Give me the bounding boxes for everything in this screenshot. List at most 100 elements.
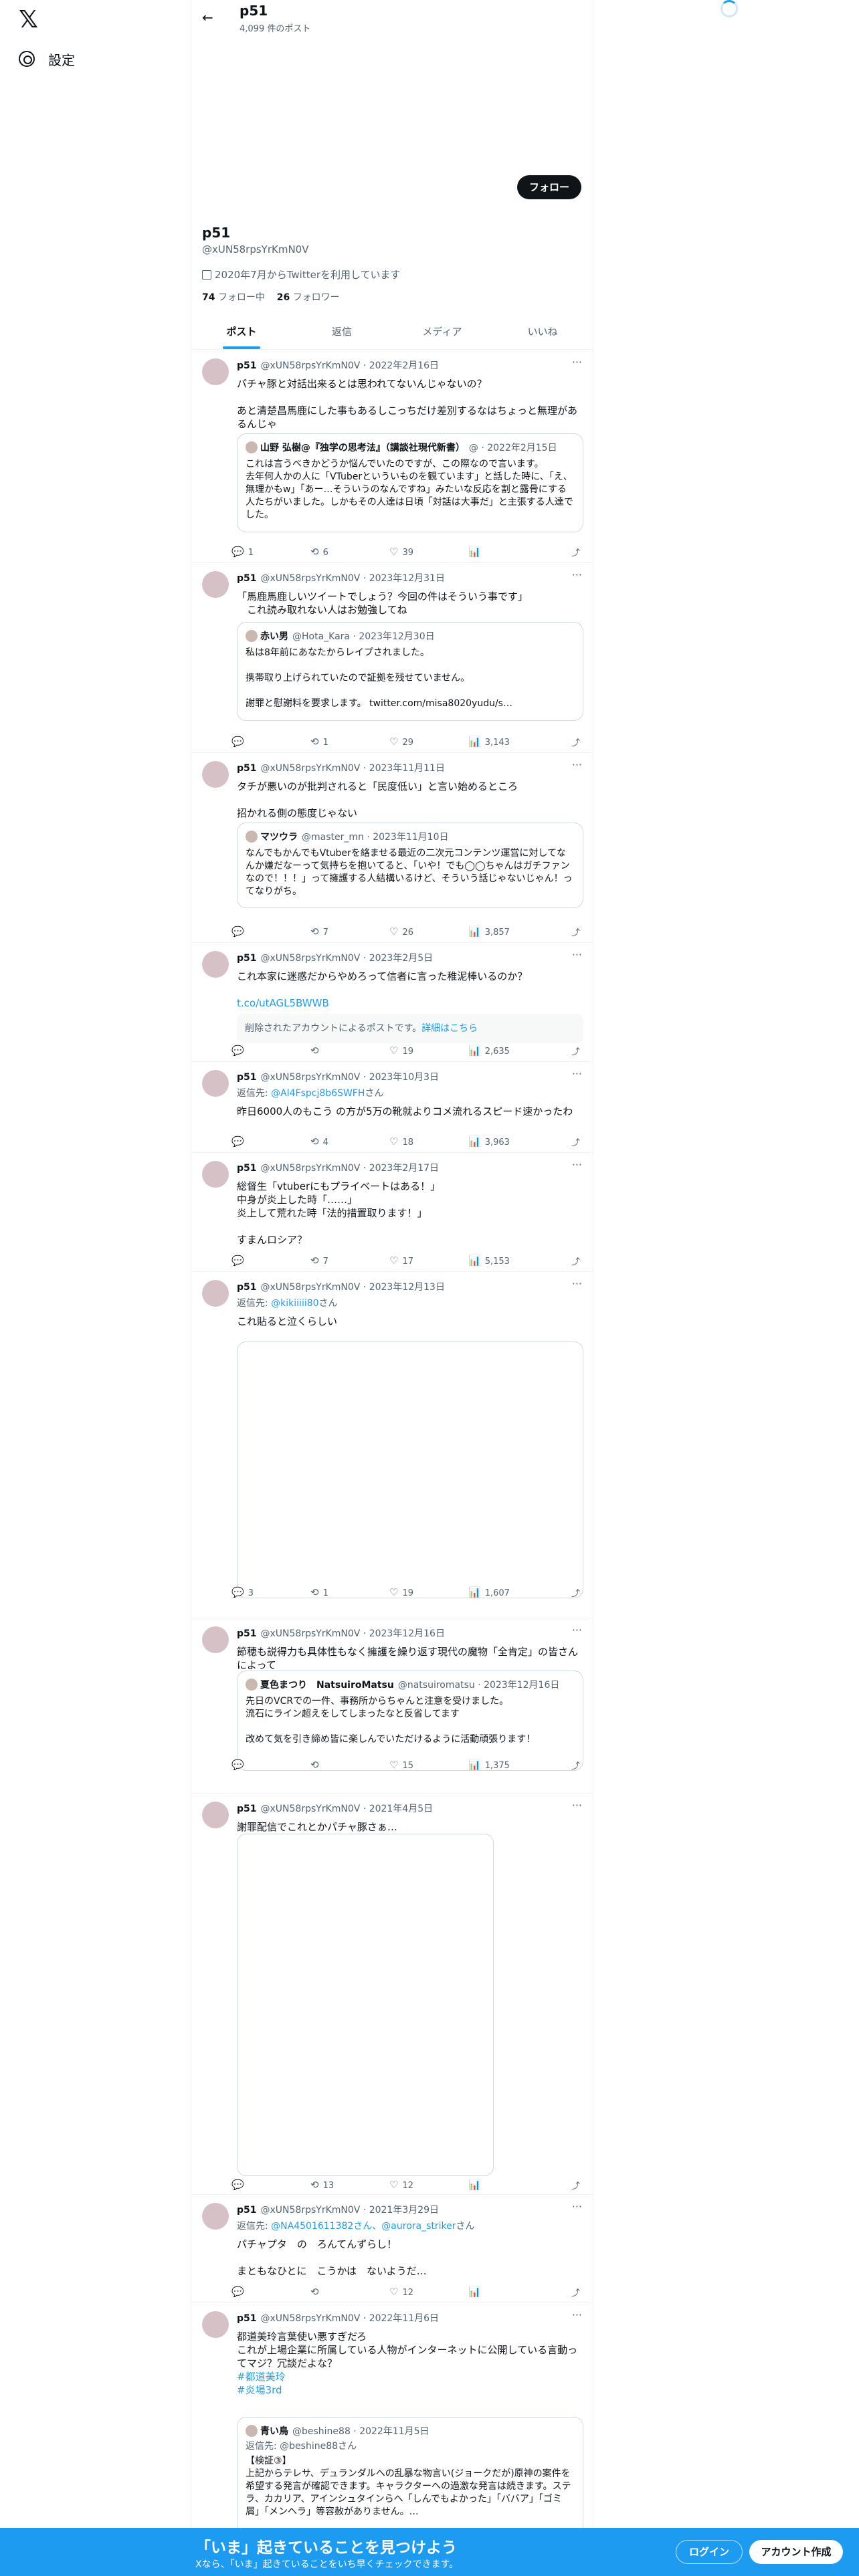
rt-button[interactable]: ⟲ (310, 1759, 323, 1771)
like-button[interactable]: ♡ 39 (389, 546, 413, 558)
details-link[interactable]: 詳細はこちら (421, 1023, 478, 1034)
tweet[interactable]: p51 @xUN58rpsYrKmN0V · 2023年2月5日 ··· これ本家に迷… (191, 943, 593, 1062)
like-button[interactable]: ♡ 19 (389, 1586, 413, 1598)
views-button[interactable]: 📊 (468, 546, 485, 558)
author-name[interactable]: p51 (237, 763, 257, 774)
follow-button[interactable]: フォロー (517, 175, 581, 199)
x-logo-icon[interactable]: 𝕏 (19, 8, 43, 32)
more-icon[interactable]: ··· (572, 2200, 582, 2213)
avatar[interactable] (202, 571, 229, 598)
reply-to-handle[interactable]: @Al4Fspcj8b6SWFH (271, 1088, 365, 1099)
author-name[interactable]: p51 (237, 2205, 257, 2216)
rt-button[interactable]: ⟲ (310, 2286, 323, 2298)
share-icon[interactable]: ⤴ (571, 736, 580, 748)
author-name[interactable]: p51 (237, 953, 257, 964)
more-icon[interactable]: ··· (572, 1277, 582, 1290)
share-icon[interactable]: ⤴ (571, 1255, 580, 1267)
tab-posts[interactable]: ポスト (191, 314, 292, 349)
quoted-tweet[interactable]: 赤い男 @Hota_Kara · 2023年12月30日 私は8年前にあなたからレイ… (237, 622, 583, 721)
reply-button[interactable]: 💬 (231, 1759, 248, 1771)
views-button[interactable]: 📊 5,153 (468, 1255, 510, 1267)
tab-replies[interactable]: 返信 (292, 314, 392, 349)
views-button[interactable]: 📊 2,635 (468, 1045, 510, 1057)
reply-button[interactable]: 💬 (231, 1255, 248, 1267)
share-icon[interactable]: ⤴ (571, 1586, 580, 1599)
author-name[interactable]: p51 (237, 1628, 257, 1639)
signup-button[interactable]: アカウント作成 (749, 2540, 843, 2564)
hashtag[interactable]: #炎場3rd (237, 2383, 583, 2397)
avatar[interactable] (202, 2311, 229, 2338)
rt-button[interactable]: ⟲ 6 (310, 546, 328, 558)
tweet[interactable]: p51 @xUN58rpsYrKmN0V · 2021年4月5日 ··· 謝罪配信でこ… (191, 1794, 593, 2195)
avatar[interactable] (202, 1070, 229, 1097)
author-name[interactable]: p51 (237, 573, 257, 584)
avatar[interactable] (202, 1280, 229, 1307)
like-button[interactable]: ♡ 12 (389, 2179, 413, 2191)
reply-button[interactable]: 💬 1 (231, 546, 254, 558)
tweet-link[interactable]: t.co/utAGL5BWWB (237, 996, 583, 1010)
rt-button[interactable]: ⟲ (310, 1045, 323, 1057)
reply-button[interactable]: 💬 (231, 926, 248, 938)
hashtag[interactable]: #都道美玲 (237, 2370, 583, 2383)
like-button[interactable]: ♡ 19 (389, 1045, 413, 1057)
views-button[interactable]: 📊 3,857 (468, 926, 510, 938)
like-button[interactable]: ♡ 17 (389, 1255, 413, 1267)
more-icon[interactable]: ··· (572, 1799, 582, 1812)
tweet[interactable]: p51 @xUN58rpsYrKmN0V · 2023年12月16日 ··· 節穂も説… (191, 1618, 593, 1794)
share-icon[interactable]: ⤴ (571, 926, 580, 938)
reply-button[interactable]: 💬 3 (231, 1586, 254, 1598)
quoted-tweet[interactable]: 夏色まつり NatsuiroMatsu @natsuiromatsu · 2023… (237, 1671, 583, 1771)
tweet[interactable]: p51 @xUN58rpsYrKmN0V · 2022年2月16日 ··· パチャ豚と… (191, 350, 593, 563)
author-name[interactable]: p51 (237, 1282, 257, 1293)
settings-link[interactable]: 設定 (19, 47, 75, 71)
views-button[interactable]: 📊 3,143 (468, 736, 510, 748)
avatar[interactable] (202, 358, 229, 385)
more-icon[interactable]: ··· (572, 1624, 582, 1636)
share-icon[interactable]: ⤴ (571, 1045, 580, 1057)
avatar[interactable] (202, 1802, 229, 1828)
rt-button[interactable]: ⟲ 1 (310, 736, 328, 748)
more-icon[interactable]: ··· (572, 356, 582, 368)
following-link[interactable]: 74 フォロー中 (202, 292, 265, 303)
tweet[interactable]: p51 @xUN58rpsYrKmN0V · 2023年2月17日 ··· 総督生「v… (191, 1153, 593, 1272)
views-button[interactable]: 📊 3,963 (468, 1136, 510, 1148)
like-button[interactable]: ♡ 29 (389, 736, 413, 748)
author-name[interactable]: p51 (237, 1163, 257, 1174)
more-icon[interactable]: ··· (572, 568, 582, 581)
tab-likes[interactable]: いいね (492, 314, 593, 349)
share-icon[interactable]: ⤴ (571, 1759, 580, 1772)
share-icon[interactable]: ⤴ (571, 2286, 580, 2298)
avatar[interactable] (202, 1161, 229, 1188)
like-button[interactable]: ♡ 26 (389, 926, 413, 938)
tweet[interactable]: p51 @xUN58rpsYrKmN0V · 2023年12月13日 ··· 返信先:… (191, 1272, 593, 1618)
tweet[interactable]: p51 @xUN58rpsYrKmN0V · 2023年10月3日 ··· 返信先: … (191, 1062, 593, 1153)
rt-button[interactable]: ⟲ 1 (310, 1586, 328, 1598)
more-icon[interactable]: ··· (572, 1158, 582, 1171)
avatar[interactable] (202, 1626, 229, 1653)
share-icon[interactable]: ⤴ (571, 546, 580, 558)
tab-media[interactable]: メディア (392, 314, 492, 349)
like-button[interactable]: ♡ 15 (389, 1759, 413, 1771)
avatar[interactable] (202, 761, 229, 788)
author-name[interactable]: p51 (237, 360, 257, 371)
reply-button[interactable]: 💬 (231, 736, 248, 748)
share-icon[interactable]: ⤴ (571, 1136, 580, 1148)
tweet[interactable]: p51 @xUN58rpsYrKmN0V · 2023年12月31日 ··· 「馬鹿馬… (191, 563, 593, 753)
share-icon[interactable]: ⤴ (571, 2179, 580, 2191)
author-name[interactable]: p51 (237, 1072, 257, 1083)
like-button[interactable]: ♡ 12 (389, 2286, 413, 2298)
media-image[interactable] (237, 1834, 494, 2176)
avatar[interactable] (202, 951, 229, 978)
views-button[interactable]: 📊 1,607 (468, 1586, 510, 1598)
reply-button[interactable]: 💬 (231, 2179, 248, 2191)
like-button[interactable]: ♡ 18 (389, 1136, 413, 1148)
reply-button[interactable]: 💬 (231, 1136, 248, 1148)
reply-to-handle[interactable]: @NA4501611382さん、@aurora_striker (271, 2221, 456, 2232)
author-name[interactable]: p51 (237, 2313, 257, 2324)
rt-button[interactable]: ⟲ 7 (310, 926, 328, 938)
author-name[interactable]: p51 (237, 1804, 257, 1814)
views-button[interactable]: 📊 (468, 2179, 485, 2191)
rt-button[interactable]: ⟲ 4 (310, 1136, 328, 1148)
views-button[interactable]: 📊 1,375 (468, 1759, 510, 1771)
quoted-tweet[interactable]: 山野 弘樹@『独学の思考法』（講談社現代新書） @ · 2022年2月15日 これは… (237, 433, 583, 532)
